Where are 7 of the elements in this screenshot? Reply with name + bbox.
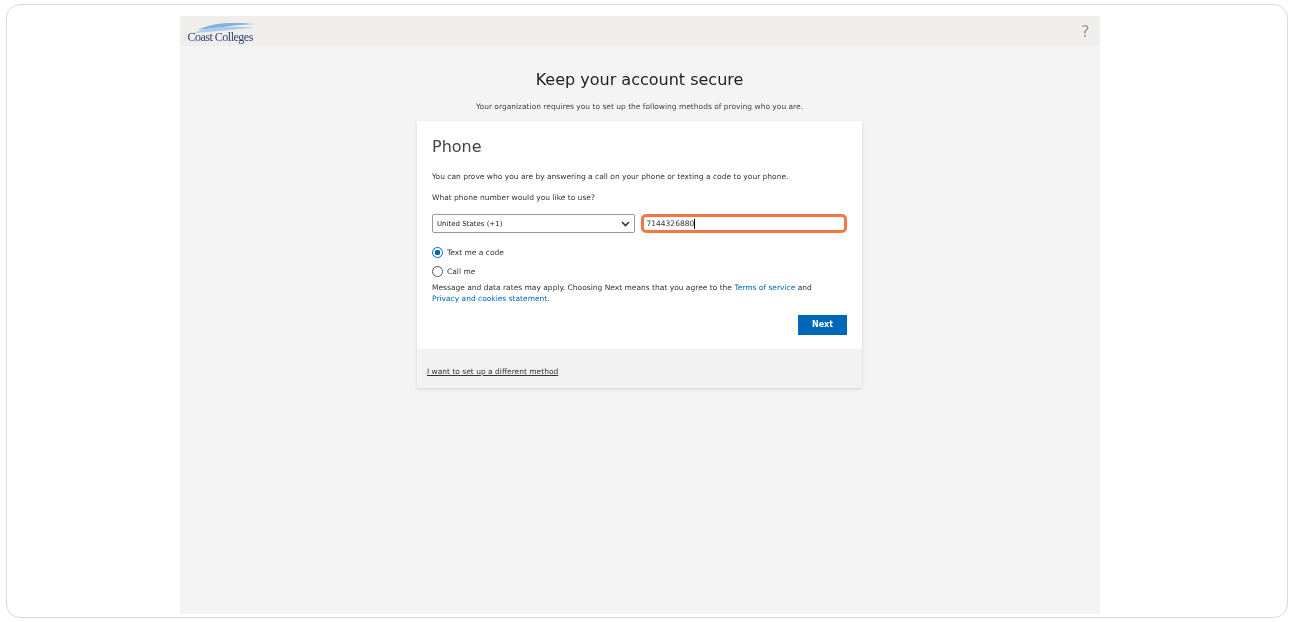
card-heading: Phone (432, 137, 483, 156)
next-button[interactable]: Next (798, 314, 847, 335)
chevron-down-icon (620, 220, 630, 227)
logo-text: Coast Colleges (187, 29, 253, 45)
radio-button[interactable] (432, 266, 443, 277)
page-title: Keep your account secure (535, 70, 744, 89)
radio-button[interactable] (432, 247, 443, 258)
